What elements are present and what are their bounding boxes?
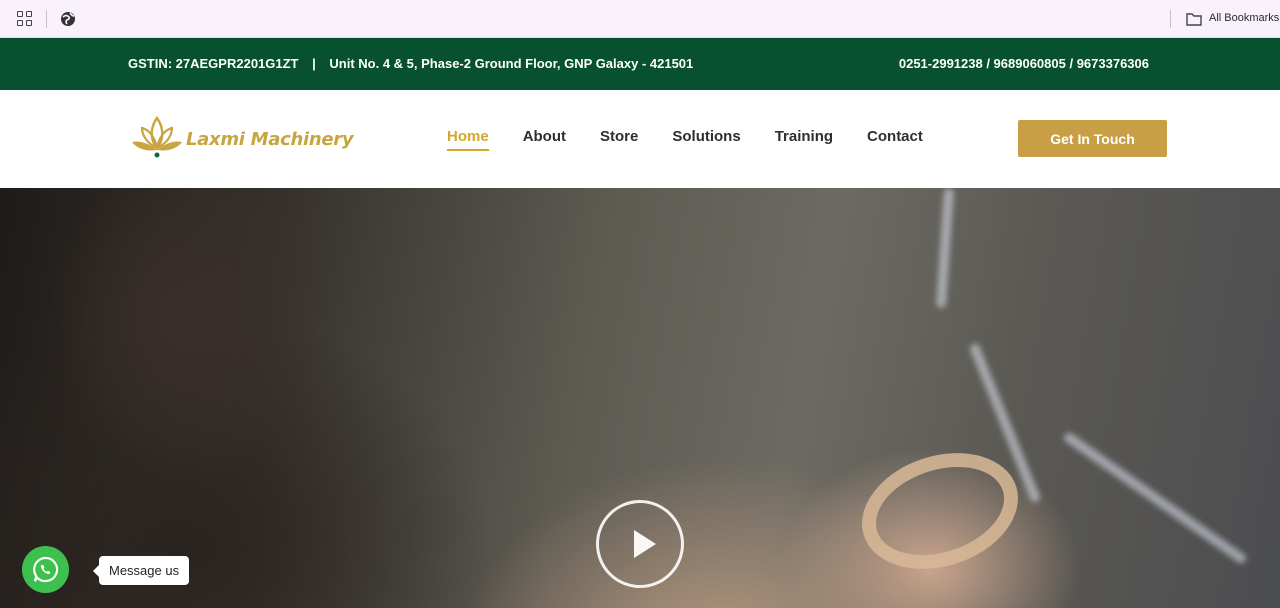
logo-text: Laxmi Machinery — [186, 128, 354, 150]
gstin-text: GSTIN: 27AEGPR2201G1ZT — [128, 56, 299, 71]
nav-home[interactable]: Home — [447, 128, 489, 151]
apps-grid-icon[interactable] — [17, 11, 33, 27]
get-in-touch-button[interactable]: Get In Touch — [1018, 120, 1167, 157]
nav-contact[interactable]: Contact — [867, 128, 923, 151]
folder-icon[interactable] — [1186, 12, 1202, 26]
phone-numbers[interactable]: 0251-2991238 / 9689060805 / 9673376306 — [899, 56, 1149, 71]
site-logo[interactable]: Laxmi Machinery — [130, 114, 354, 164]
lotus-icon — [132, 115, 182, 158]
hero-video[interactable] — [0, 188, 1280, 608]
globe-icon[interactable] — [60, 11, 76, 27]
address-text: Unit No. 4 & 5, Phase-2 Ground Floor, GN… — [329, 56, 694, 71]
nav-solutions[interactable]: Solutions — [672, 128, 740, 151]
bookmarks-separator — [46, 10, 47, 28]
message-us-tooltip[interactable]: Message us — [92, 556, 190, 585]
top-info-bar: GSTIN: 27AEGPR2201G1ZT | Unit No. 4 & 5,… — [0, 38, 1280, 90]
bookmarks-bar: All Bookmarks — [0, 0, 1280, 38]
play-button[interactable] — [596, 500, 684, 588]
whatsapp-button[interactable] — [22, 546, 69, 593]
nav-training[interactable]: Training — [775, 128, 833, 151]
play-icon — [634, 530, 656, 558]
glass-reflection — [935, 188, 955, 309]
all-bookmarks-label[interactable]: All Bookmarks — [1209, 12, 1279, 24]
nav-store[interactable]: Store — [600, 128, 638, 151]
whatsapp-icon — [33, 556, 59, 583]
bookmarks-separator — [1170, 10, 1171, 28]
info-divider: | — [312, 56, 316, 71]
glass-reflection — [1062, 430, 1248, 566]
main-nav: Home About Store Solutions Training Cont… — [447, 128, 957, 151]
nav-about[interactable]: About — [523, 128, 566, 151]
company-info: GSTIN: 27AEGPR2201G1ZT | Unit No. 4 & 5,… — [128, 56, 693, 71]
bangle-image — [846, 433, 1034, 589]
site-header: Laxmi Machinery Home About Store Solutio… — [0, 90, 1280, 188]
